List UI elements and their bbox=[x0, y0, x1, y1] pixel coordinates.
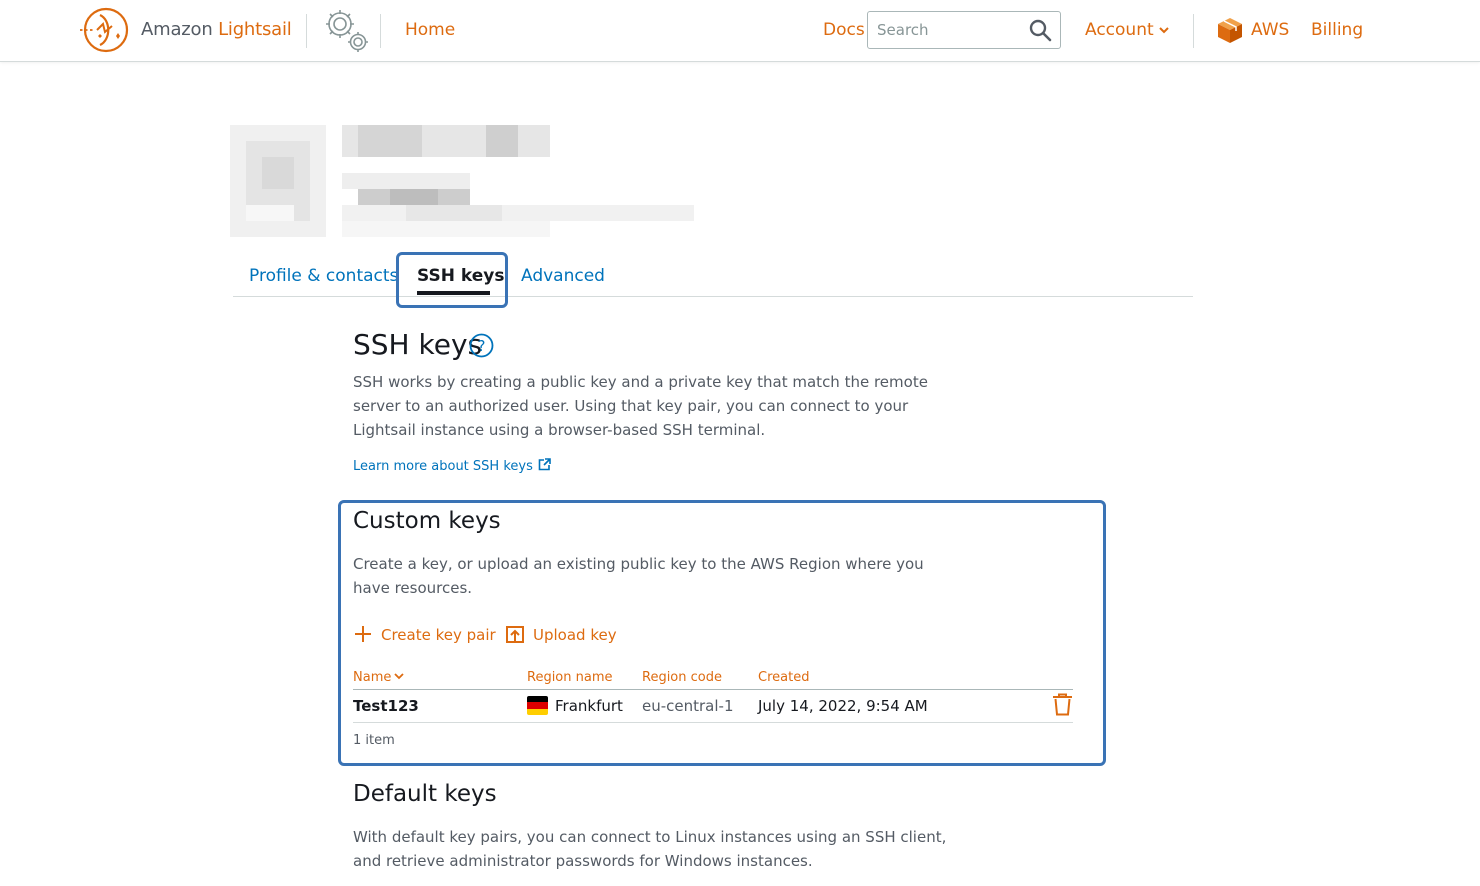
nav-divider bbox=[306, 14, 307, 48]
column-header-region-name[interactable]: Region name bbox=[527, 670, 613, 685]
search-input[interactable] bbox=[869, 13, 1019, 47]
default-keys-title: Default keys bbox=[353, 781, 497, 807]
aws-link[interactable]: AWS bbox=[1251, 20, 1289, 40]
upload-key-button[interactable]: Upload key bbox=[505, 624, 617, 644]
table-row-divider bbox=[353, 722, 1073, 723]
column-header-name[interactable]: Name bbox=[353, 670, 404, 685]
aws-cube-icon bbox=[1218, 18, 1242, 43]
table-cell-name: Test123 bbox=[353, 697, 419, 715]
top-navigation: Amazon Lightsail Home Docs Account AWS B… bbox=[0, 0, 1480, 62]
search-icon[interactable] bbox=[1028, 18, 1052, 42]
column-header-created[interactable]: Created bbox=[758, 670, 809, 685]
table-cell-region-name: Frankfurt bbox=[555, 697, 623, 715]
plus-icon bbox=[355, 626, 371, 642]
brand-name[interactable]: Amazon Lightsail bbox=[141, 19, 292, 40]
default-keys-description: With default key pairs, you can connect … bbox=[353, 828, 947, 870]
docs-link[interactable]: Docs bbox=[823, 20, 865, 40]
account-tabs: Profile & contacts SSH keys Advanced bbox=[233, 252, 1193, 297]
germany-flag-icon bbox=[527, 696, 548, 715]
settings-gears-icon[interactable] bbox=[320, 6, 370, 54]
table-cell-region-code: eu-central-1 bbox=[642, 697, 734, 715]
nav-divider bbox=[380, 14, 381, 48]
ssh-description: SSH works by creating a public key and a… bbox=[353, 373, 928, 439]
nav-divider bbox=[1193, 14, 1194, 48]
billing-link[interactable]: Billing bbox=[1311, 20, 1363, 40]
delete-trash-icon[interactable] bbox=[1052, 693, 1073, 716]
highlight-box-ssh-tab bbox=[396, 252, 508, 308]
search-box[interactable] bbox=[867, 11, 1061, 49]
item-count: 1 item bbox=[353, 733, 395, 748]
account-menu[interactable]: Account bbox=[1085, 20, 1170, 40]
upload-icon bbox=[506, 626, 524, 643]
external-link-icon bbox=[538, 458, 551, 471]
chevron-down-icon bbox=[1158, 27, 1169, 34]
column-header-region-code[interactable]: Region code bbox=[642, 670, 722, 685]
create-key-pair-button[interactable]: Create key pair bbox=[353, 624, 496, 644]
help-icon[interactable]: ? bbox=[469, 333, 494, 358]
sort-chevron-down-icon bbox=[394, 673, 404, 680]
home-link[interactable]: Home bbox=[405, 20, 455, 40]
table-cell-created: July 14, 2022, 9:54 AM bbox=[758, 697, 928, 715]
table-header-divider bbox=[353, 689, 1073, 690]
lightsail-logo-icon[interactable] bbox=[78, 6, 132, 54]
redacted-profile-info bbox=[230, 125, 694, 237]
custom-keys-title: Custom keys bbox=[353, 508, 501, 534]
learn-more-link[interactable]: Learn more about SSH keys bbox=[353, 458, 551, 474]
tab-profile-contacts[interactable]: Profile & contacts bbox=[249, 266, 398, 286]
custom-keys-description: Create a key, or upload an existing publ… bbox=[353, 555, 924, 597]
svg-text:?: ? bbox=[478, 337, 486, 355]
page-title: SSH keys bbox=[353, 328, 483, 361]
tab-advanced[interactable]: Advanced bbox=[521, 266, 605, 286]
